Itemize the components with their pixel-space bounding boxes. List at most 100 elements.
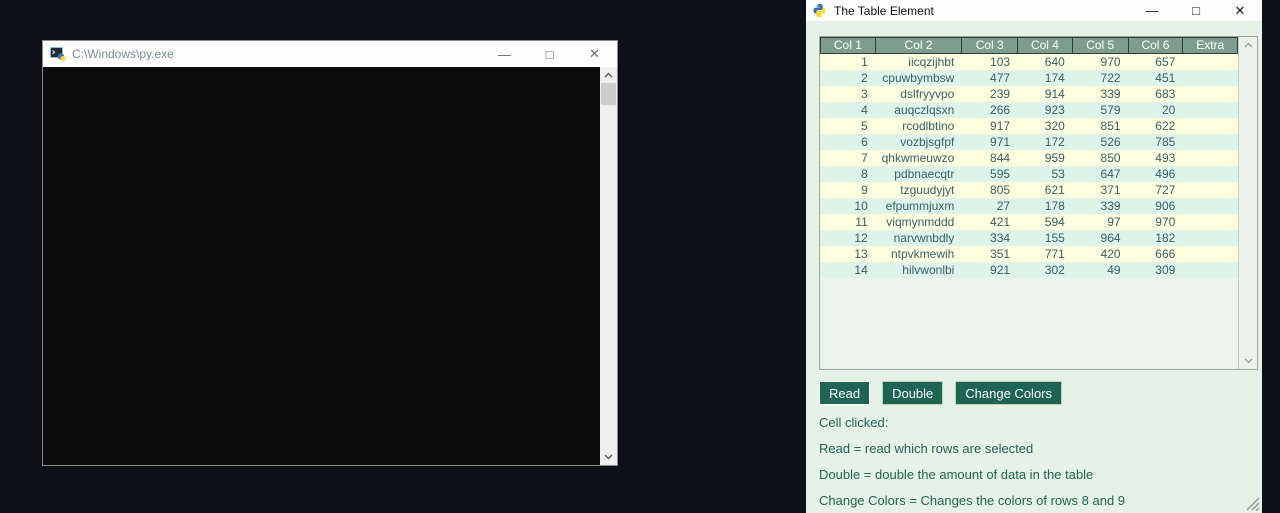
table-cell[interactable]: [1183, 182, 1238, 198]
table-cell[interactable]: 421: [962, 214, 1018, 230]
table-cell[interactable]: 2: [820, 70, 876, 86]
table-cell[interactable]: 309: [1129, 262, 1184, 278]
table-cell[interactable]: [1183, 230, 1238, 246]
column-header-col-1[interactable]: Col 1: [820, 38, 876, 53]
table-cell[interactable]: 923: [1018, 102, 1073, 118]
table-cell[interactable]: vozbjsgfpf: [876, 134, 963, 150]
table-cell[interactable]: 97: [1073, 214, 1129, 230]
table-cell[interactable]: 266: [962, 102, 1018, 118]
table-cell[interactable]: [1183, 134, 1238, 150]
table-cell[interactable]: 302: [1018, 262, 1073, 278]
column-header-col-4[interactable]: Col 4: [1018, 38, 1073, 53]
table-cell[interactable]: 6: [820, 134, 876, 150]
table-cell[interactable]: [1183, 246, 1238, 262]
table-cell[interactable]: 622: [1129, 118, 1184, 134]
table-cell[interactable]: tzguudyjyt: [876, 182, 963, 198]
table-cell[interactable]: 621: [1018, 182, 1073, 198]
table-cell[interactable]: 805: [962, 182, 1018, 198]
table-cell[interactable]: 496: [1129, 166, 1184, 182]
table-cell[interactable]: 921: [962, 262, 1018, 278]
table-cell[interactable]: hilvwonlbi: [876, 262, 963, 278]
table-cell[interactable]: [1183, 166, 1238, 182]
table-cell[interactable]: 334: [962, 230, 1018, 246]
table-cell[interactable]: 8: [820, 166, 876, 182]
table-cell[interactable]: 844: [962, 150, 1018, 166]
column-header-col-3[interactable]: Col 3: [962, 38, 1018, 53]
console-scrollbar[interactable]: [600, 67, 617, 465]
table-cell[interactable]: auqczlqsxn: [876, 102, 963, 118]
table-cell[interactable]: dslfryyvpo: [876, 86, 963, 102]
table-cell[interactable]: 595: [962, 166, 1018, 182]
table-scroll-down-button[interactable]: [1239, 353, 1257, 369]
table-cell[interactable]: 14: [820, 262, 876, 278]
table-cell[interactable]: 451: [1129, 70, 1184, 86]
table-cell[interactable]: 155: [1018, 230, 1073, 246]
table-cell[interactable]: [1183, 86, 1238, 102]
column-header-col-2[interactable]: Col 2: [876, 38, 963, 53]
table-cell[interactable]: 785: [1129, 134, 1184, 150]
table-cell[interactable]: 640: [1018, 54, 1073, 70]
table-cell[interactable]: 5: [820, 118, 876, 134]
table-cell[interactable]: cpuwbymbsw: [876, 70, 963, 86]
scroll-up-button[interactable]: [600, 67, 617, 83]
table-cell[interactable]: [1183, 70, 1238, 86]
table-row[interactable]: 9tzguudyjyt805621371727: [820, 182, 1238, 198]
table-row[interactable]: 10efpummjuxm27178339906: [820, 198, 1238, 214]
table-cell[interactable]: [1183, 118, 1238, 134]
table-cell[interactable]: 851: [1073, 118, 1129, 134]
table-cell[interactable]: 477: [962, 70, 1018, 86]
table-cell[interactable]: 771: [1018, 246, 1073, 262]
column-header-col-5[interactable]: Col 5: [1073, 38, 1129, 53]
table-cell[interactable]: 53: [1018, 166, 1073, 182]
table-cell[interactable]: 1: [820, 54, 876, 70]
resize-grip-icon[interactable]: [1242, 493, 1260, 511]
table-cell[interactable]: 3: [820, 86, 876, 102]
table-cell[interactable]: 914: [1018, 86, 1073, 102]
table-cell[interactable]: 49: [1073, 262, 1129, 278]
console-scrollbar-thumb[interactable]: [601, 83, 616, 105]
table-scrollbar[interactable]: [1238, 37, 1257, 369]
change-colors-button[interactable]: Change Colors: [955, 381, 1062, 405]
console-close-button[interactable]: ✕: [572, 41, 617, 67]
table-row[interactable]: 5rcodlbtino917320851622: [820, 118, 1238, 134]
table-cell[interactable]: 727: [1129, 182, 1184, 198]
table-cell[interactable]: pdbnaecqtr: [876, 166, 963, 182]
table-cell[interactable]: 964: [1073, 230, 1129, 246]
table-cell[interactable]: 850: [1073, 150, 1129, 166]
table-cell[interactable]: 493: [1129, 150, 1184, 166]
table-cell[interactable]: 683: [1129, 86, 1184, 102]
table-cell[interactable]: 339: [1073, 198, 1129, 214]
table-cell[interactable]: 959: [1018, 150, 1073, 166]
table-row[interactable]: 6vozbjsgfpf971172526785: [820, 134, 1238, 150]
table-cell[interactable]: 13: [820, 246, 876, 262]
table-cell[interactable]: 970: [1129, 214, 1184, 230]
console-scrollbar-track[interactable]: [600, 83, 617, 449]
table-cell[interactable]: 320: [1018, 118, 1073, 134]
table-row[interactable]: 4auqczlqsxn26692357920: [820, 102, 1238, 118]
table-cell[interactable]: iicqzijhbt: [876, 54, 963, 70]
table-cell[interactable]: 182: [1129, 230, 1184, 246]
column-header-extra[interactable]: Extra: [1183, 38, 1238, 53]
table-cell[interactable]: 971: [962, 134, 1018, 150]
table-cell[interactable]: rcodlbtino: [876, 118, 963, 134]
table-row[interactable]: 11viqmynmddd42159497970: [820, 214, 1238, 230]
console-maximize-button[interactable]: □: [527, 41, 572, 67]
table-cell[interactable]: 657: [1129, 54, 1184, 70]
table-cell[interactable]: qhkwmeuwzo: [876, 150, 963, 166]
table-row[interactable]: 1iicqzijhbt103640970657: [820, 54, 1238, 70]
data-table[interactable]: Col 1Col 2Col 3Col 4Col 5Col 6Extra 1iic…: [819, 36, 1258, 370]
table-cell[interactable]: [1183, 54, 1238, 70]
table-cell[interactable]: [1183, 102, 1238, 118]
table-cell[interactable]: 722: [1073, 70, 1129, 86]
table-cell[interactable]: 420: [1073, 246, 1129, 262]
table-cell[interactable]: 174: [1018, 70, 1073, 86]
table-cell[interactable]: ntpvkmewih: [876, 246, 963, 262]
table-cell[interactable]: 9: [820, 182, 876, 198]
table-cell[interactable]: 647: [1073, 166, 1129, 182]
minimize-button[interactable]: —: [1130, 0, 1174, 21]
table-cell[interactable]: 103: [962, 54, 1018, 70]
double-button[interactable]: Double: [882, 381, 943, 405]
table-cell[interactable]: 178: [1018, 198, 1073, 214]
table-row[interactable]: 7qhkwmeuwzo844959850493: [820, 150, 1238, 166]
table-row[interactable]: 14hilvwonlbi92130249309: [820, 262, 1238, 278]
